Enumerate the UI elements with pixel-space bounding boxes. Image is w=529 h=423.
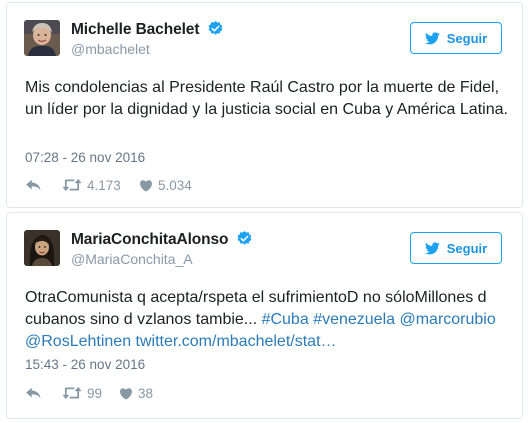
retweet-count: 4.173 (87, 177, 121, 193)
author-handle[interactable]: @mbachelet (71, 41, 150, 57)
author-name[interactable]: MariaConchitaAlonso (71, 231, 229, 248)
avatar[interactable] (24, 20, 60, 56)
tweet-actions: 99 38 (25, 384, 153, 402)
twitter-bird-icon (424, 31, 440, 44)
follow-button[interactable]: Seguir (410, 232, 502, 264)
author-handle[interactable]: @MariaConchita_A (71, 251, 193, 267)
retweet-icon (62, 386, 82, 400)
like-count: 38 (138, 385, 154, 401)
reply-button[interactable] (25, 178, 62, 192)
avatar[interactable] (24, 230, 60, 266)
mention-link-marcorubio[interactable]: @marcorubio (399, 311, 495, 328)
mention-link-roslehtinen[interactable]: @RosLehtinen (25, 333, 131, 350)
hashtag-link-cuba[interactable]: #Cuba (262, 311, 309, 328)
follow-label: Seguir (446, 30, 488, 46)
reply-icon (26, 387, 41, 399)
avatar-photo-icon (24, 20, 60, 56)
like-button[interactable]: 38 (119, 386, 153, 401)
like-count: 5.034 (158, 177, 192, 193)
tweet-card: MariaConchitaAlonso @MariaConchita_A Seg… (6, 212, 523, 419)
author-name[interactable]: Michelle Bachelet (71, 21, 199, 38)
reply-icon (26, 179, 41, 191)
reply-button[interactable] (25, 386, 62, 400)
verified-badge-icon (207, 20, 224, 42)
retweet-count: 99 (87, 385, 103, 401)
verified-badge-icon (236, 230, 253, 252)
twitter-bird-icon (424, 241, 440, 254)
follow-label: Seguir (446, 240, 488, 256)
retweet-icon (62, 178, 82, 192)
heart-icon (120, 387, 132, 400)
url-link[interactable]: twitter.com/mbachelet/stat… (136, 333, 337, 350)
like-button[interactable]: 5.034 (139, 178, 192, 193)
tweet-text: OtraComunista q acepta/rspeta el sufrimi… (25, 287, 513, 353)
retweet-button[interactable]: 4.173 (62, 178, 139, 193)
tweet-timestamp[interactable]: 15:43 - 26 nov 2016 (25, 357, 145, 372)
tweet-card: Michelle Bachelet @mbachelet Seguir Mis … (6, 2, 523, 208)
tweet-timestamp[interactable]: 07:28 - 26 nov 2016 (25, 150, 145, 165)
heart-icon (140, 179, 152, 192)
avatar-photo-icon (24, 230, 60, 266)
tweet-text: Mis condolencias al Presidente Raúl Cast… (25, 79, 508, 118)
follow-button[interactable]: Seguir (410, 22, 502, 54)
retweet-button[interactable]: 99 (62, 386, 119, 401)
tweet-actions: 4.173 5.034 (25, 176, 192, 194)
hashtag-link-venezuela[interactable]: #venezuela (313, 311, 395, 328)
